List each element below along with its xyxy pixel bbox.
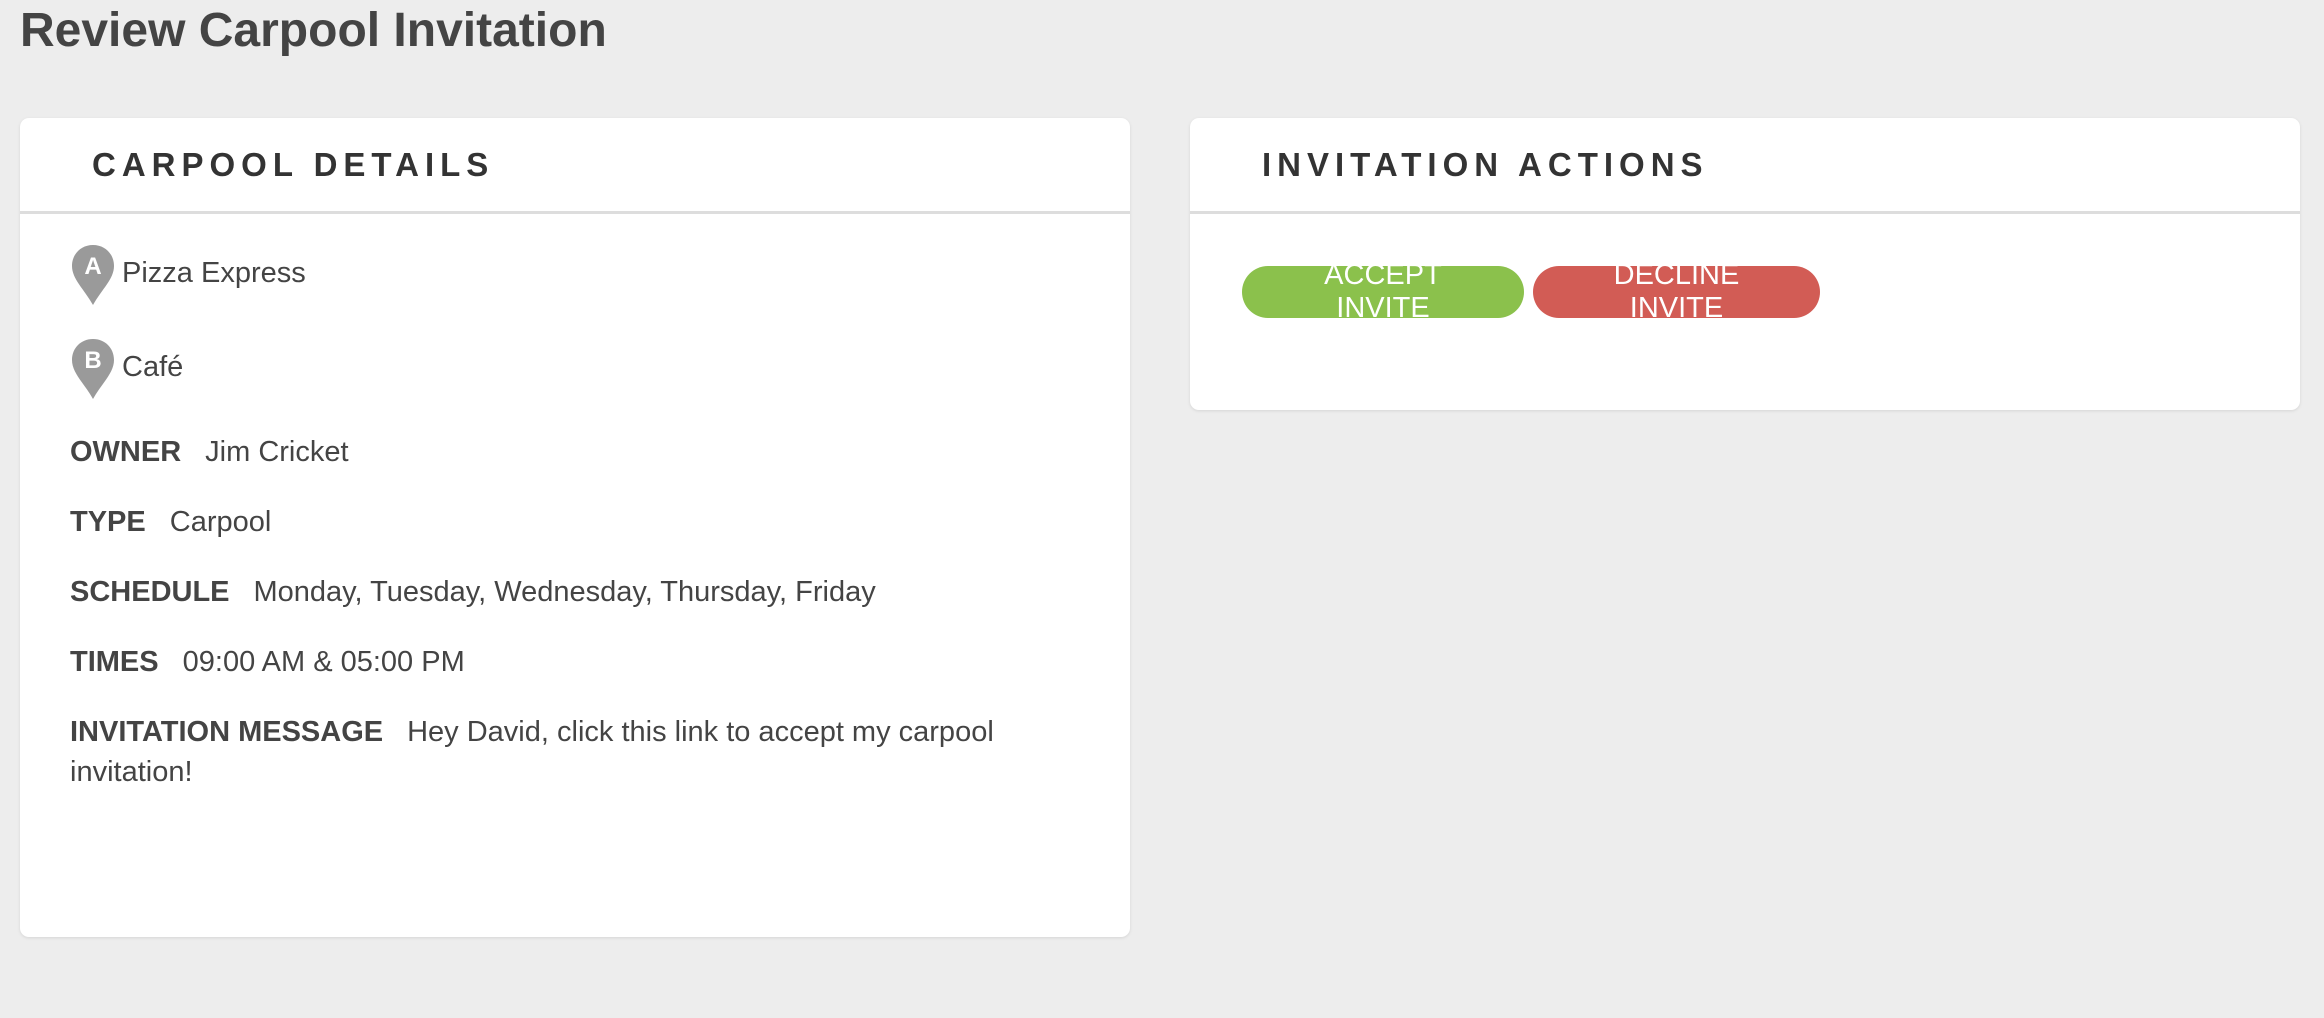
carpool-details-header: CARPOOL DETAILS xyxy=(20,118,1130,214)
accept-invite-button[interactable]: ACCEPT INVITE xyxy=(1242,259,1524,324)
times-label: TIMES xyxy=(70,646,159,678)
destination-name: Café xyxy=(122,350,184,383)
schedule-label: SCHEDULE xyxy=(70,576,230,608)
origin-name: Pizza Express xyxy=(122,256,306,289)
owner-label: OWNER xyxy=(70,436,182,468)
carpool-details-body: A Pizza Express B Café OWNER Jim Cricket … xyxy=(20,242,1130,792)
map-pin-a-icon: A xyxy=(72,245,114,305)
svg-text:B: B xyxy=(84,347,101,374)
invitation-actions-header: INVITATION ACTIONS xyxy=(1190,118,2300,214)
invitation-action-buttons: ACCEPT INVITE DECLINE INVITE xyxy=(1190,214,2300,324)
invitation-message-label: INVITATION MESSAGE xyxy=(70,716,384,748)
carpool-details-card: CARPOOL DETAILS A Pizza Express B Café O… xyxy=(20,118,1130,937)
map-pin-b-icon: B xyxy=(72,339,114,399)
origin-stop: A Pizza Express xyxy=(70,242,1080,305)
times-value: 09:00 AM & 05:00 PM xyxy=(182,646,465,678)
carpool-details-title: CARPOOL DETAILS xyxy=(92,145,495,183)
type-value: Carpool xyxy=(169,506,272,538)
type-row: TYPE Carpool xyxy=(70,502,1080,542)
invitation-message-row: INVITATION MESSAGE Hey David, click this … xyxy=(70,712,1080,792)
type-label: TYPE xyxy=(70,506,146,538)
schedule-row: SCHEDULE Monday, Tuesday, Wednesday, Thur… xyxy=(70,572,1080,612)
page-title: Review Carpool Invitation xyxy=(20,4,607,57)
invitation-actions-card: INVITATION ACTIONS ACCEPT INVITE DECLINE… xyxy=(1190,118,2300,410)
invitation-actions-title: INVITATION ACTIONS xyxy=(1262,145,1709,183)
svg-text:A: A xyxy=(84,253,101,280)
decline-invite-button[interactable]: DECLINE INVITE xyxy=(1533,259,1820,324)
schedule-value: Monday, Tuesday, Wednesday, Thursday, Fr… xyxy=(253,576,876,608)
owner-value: Jim Cricket xyxy=(205,436,349,468)
destination-stop: B Café xyxy=(70,336,1080,399)
times-row: TIMES 09:00 AM & 05:00 PM xyxy=(70,642,1080,682)
owner-row: OWNER Jim Cricket xyxy=(70,432,1080,472)
